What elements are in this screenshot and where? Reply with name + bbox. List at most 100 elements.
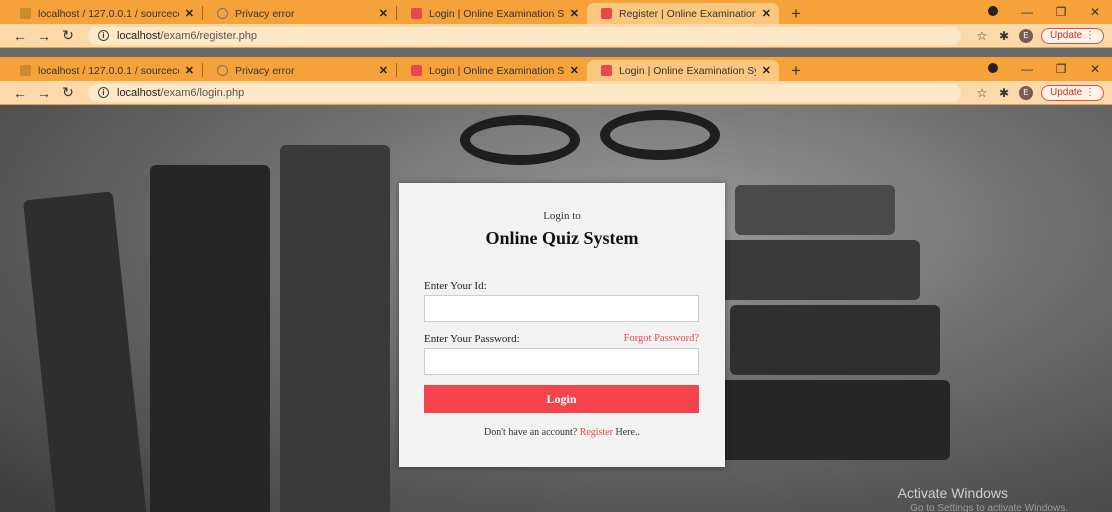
address-bar[interactable]: i localhost/exam6/login.php: [88, 83, 961, 102]
background-book: [730, 305, 940, 375]
tab-register-exam[interactable]: Register | Online Examination Sys ✕: [587, 3, 779, 24]
site-favicon-icon: [411, 8, 422, 19]
minimize-button[interactable]: —: [1010, 62, 1044, 76]
update-label: Update: [1049, 30, 1083, 41]
footer-suffix: Here..: [615, 427, 640, 438]
login-pre-title: Login to: [543, 210, 581, 222]
phpmyadmin-icon: [20, 65, 31, 76]
page-title: Online Quiz System: [485, 228, 639, 248]
reload-icon[interactable]: ↻: [56, 84, 80, 101]
profile-dot-icon[interactable]: [976, 5, 1010, 19]
tab-label: Login | Online Examination Syste: [619, 64, 756, 77]
close-tab-icon[interactable]: ✕: [185, 7, 194, 20]
info-icon[interactable]: i: [98, 30, 109, 41]
glasses-lens: [600, 110, 720, 160]
profile-dot-icon[interactable]: [976, 62, 1010, 76]
tab-login-exam-active[interactable]: Login | Online Examination Syste ✕: [587, 60, 779, 81]
new-tab-button[interactable]: +: [785, 3, 807, 24]
activate-windows-title: Activate Windows: [897, 485, 1008, 501]
phpmyadmin-icon: [20, 8, 31, 19]
password-label: Enter Your Password:: [424, 333, 520, 345]
extensions-puzzle-icon[interactable]: ✱: [993, 29, 1015, 43]
tab-label: Privacy error: [235, 64, 295, 77]
restore-button[interactable]: ❐: [1044, 5, 1078, 19]
tab-login-exam[interactable]: Login | Online Examination Syste ✕: [397, 3, 587, 24]
new-tab-button[interactable]: +: [785, 60, 807, 81]
info-icon[interactable]: i: [98, 87, 109, 98]
login-card: Login to Online Quiz System Enter Your I…: [399, 183, 725, 467]
close-tab-icon[interactable]: ✕: [762, 7, 771, 20]
back-icon[interactable]: ←: [8, 28, 32, 44]
avatar[interactable]: E: [1018, 28, 1033, 43]
restore-button[interactable]: ❐: [1044, 62, 1078, 76]
activate-windows-subtitle: Go to Settings to activate Windows.: [910, 503, 1068, 512]
footer-prefix: Don't have an account?: [484, 427, 578, 438]
site-favicon-icon: [601, 8, 612, 19]
background-book: [720, 240, 920, 300]
id-label: Enter Your Id:: [424, 280, 487, 292]
background-book: [150, 165, 270, 512]
close-tab-icon[interactable]: ✕: [762, 64, 771, 77]
bookmark-star-icon[interactable]: ☆: [971, 86, 993, 100]
forward-icon[interactable]: →: [32, 28, 56, 44]
user-id-input[interactable]: [424, 295, 699, 322]
reload-icon[interactable]: ↻: [56, 27, 80, 44]
register-prompt: Don't have an account? Register Here..: [399, 427, 725, 438]
background-book: [720, 380, 950, 460]
tab-phpmyadmin[interactable]: localhost / 127.0.0.1 / sourcecod ✕: [6, 60, 202, 81]
tab-strip: localhost / 127.0.0.1 / sourcecod ✕ Priv…: [0, 0, 1112, 24]
tab-label: Login | Online Examination Syste: [429, 64, 564, 77]
url-path: /exam6/login.php: [160, 86, 245, 99]
login-button-label: Login: [546, 391, 577, 406]
tab-label: Login | Online Examination Syste: [429, 7, 564, 20]
close-tab-icon[interactable]: ✕: [379, 64, 388, 77]
address-toolbar: ← → ↻ i localhost/exam6/register.php ☆ ✱…: [0, 24, 1112, 48]
tab-phpmyadmin[interactable]: localhost / 127.0.0.1 / sourcecod ✕: [6, 3, 202, 24]
url-host: localhost: [117, 29, 161, 42]
warning-globe-icon: [217, 65, 228, 76]
address-toolbar: ← → ↻ i localhost/exam6/login.php ☆ ✱ E …: [0, 81, 1112, 105]
site-favicon-icon: [601, 65, 612, 76]
minimize-button[interactable]: —: [1010, 5, 1044, 19]
close-tab-icon[interactable]: ✕: [570, 64, 579, 77]
tab-label: localhost / 127.0.0.1 / sourcecod: [38, 64, 179, 77]
forward-icon[interactable]: →: [32, 85, 56, 101]
avatar[interactable]: E: [1018, 85, 1033, 100]
forgot-password-link[interactable]: Forgot Password?: [624, 333, 699, 344]
update-button[interactable]: Update ⋮: [1040, 27, 1104, 44]
extensions-puzzle-icon[interactable]: ✱: [993, 86, 1015, 100]
background-book: [22, 191, 148, 512]
close-tab-icon[interactable]: ✕: [379, 7, 388, 20]
close-window-button[interactable]: ✕: [1078, 62, 1112, 76]
password-input[interactable]: [424, 348, 699, 375]
tab-label: Privacy error: [235, 7, 295, 20]
page-background: Login to Online Quiz System Enter Your I…: [0, 105, 1112, 512]
browser-window-login: localhost / 127.0.0.1 / sourcecod ✕ Priv…: [0, 57, 1112, 105]
tab-label: Register | Online Examination Sys: [619, 7, 756, 20]
bookmark-star-icon[interactable]: ☆: [971, 29, 993, 43]
window-controls: — ❐ ✕: [976, 0, 1112, 24]
url-host: localhost: [117, 86, 161, 99]
background-book: [735, 185, 895, 235]
update-button[interactable]: Update ⋮: [1040, 84, 1104, 101]
close-tab-icon[interactable]: ✕: [185, 64, 194, 77]
warning-globe-icon: [217, 8, 228, 19]
url-path: /exam6/register.php: [160, 29, 258, 42]
tab-strip: localhost / 127.0.0.1 / sourcecod ✕ Priv…: [0, 57, 1112, 81]
window-controls: — ❐ ✕: [976, 57, 1112, 81]
register-link[interactable]: Register: [580, 427, 613, 438]
tab-privacy-error[interactable]: Privacy error ✕: [203, 60, 396, 81]
close-window-button[interactable]: ✕: [1078, 5, 1112, 19]
close-tab-icon[interactable]: ✕: [570, 7, 579, 20]
glasses-lens: [460, 115, 580, 165]
tab-privacy-error[interactable]: Privacy error ✕: [203, 3, 396, 24]
update-label: Update: [1049, 87, 1083, 98]
site-favicon-icon: [411, 65, 422, 76]
background-book: [280, 145, 390, 512]
address-bar[interactable]: i localhost/exam6/register.php: [88, 26, 961, 45]
tab-login-exam[interactable]: Login | Online Examination Syste ✕: [397, 60, 587, 81]
window-gap: [0, 48, 1112, 57]
login-button[interactable]: Login: [424, 385, 699, 413]
back-icon[interactable]: ←: [8, 85, 32, 101]
tab-label: localhost / 127.0.0.1 / sourcecod: [38, 7, 179, 20]
